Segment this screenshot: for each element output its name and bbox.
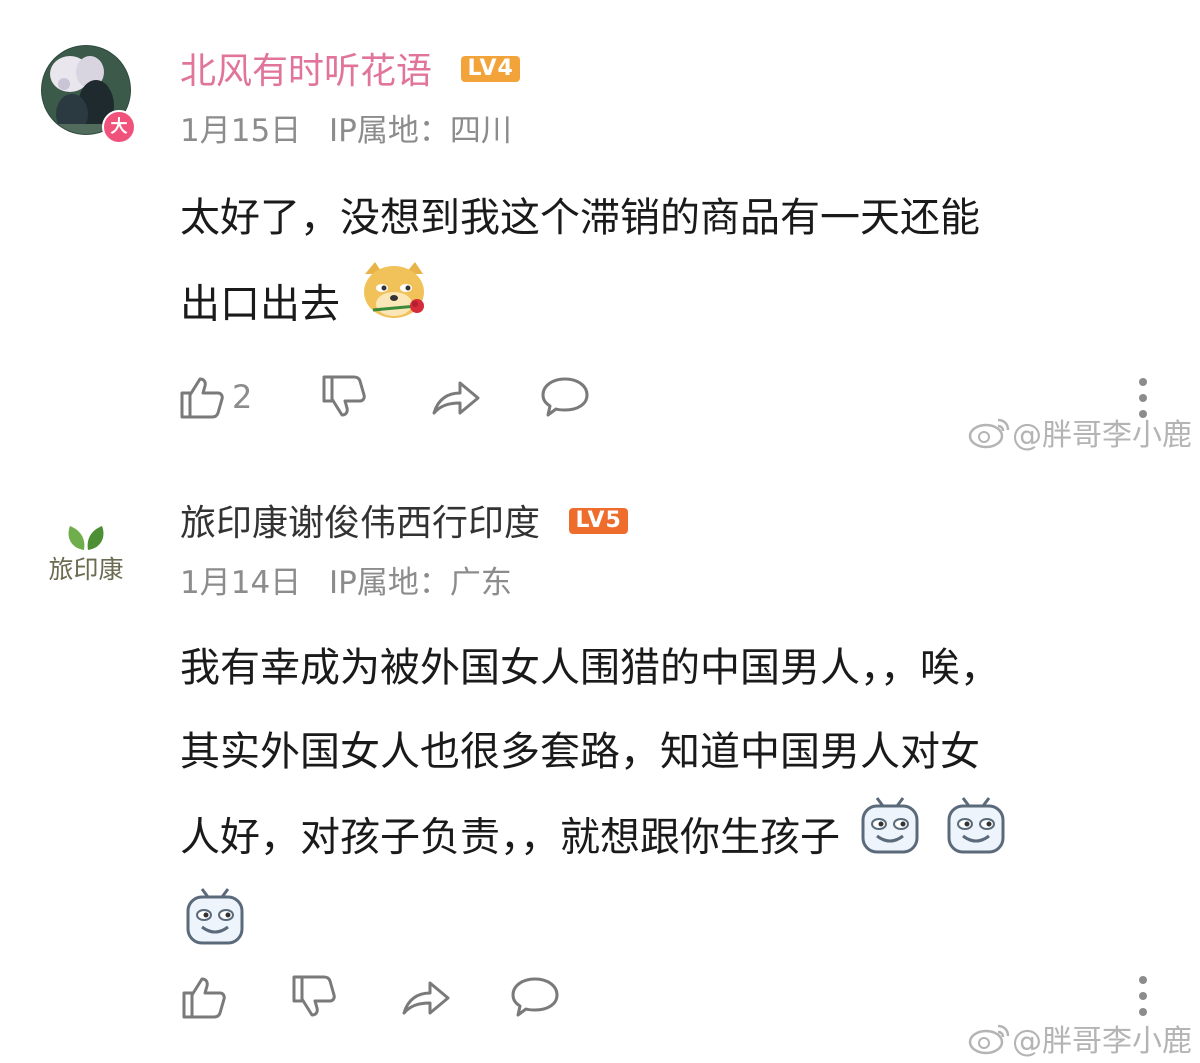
avatar-text: 旅印康 <box>48 555 124 584</box>
more-button[interactable] <box>1136 974 1150 1018</box>
dislike-icon <box>322 375 366 417</box>
comment-date: 1月14日 <box>180 565 302 601</box>
username[interactable]: 北风有时听花语 LV4 <box>180 50 520 94</box>
doge-rose-emoji <box>359 260 429 353</box>
username-text[interactable]: 旅印康谢俊伟西行印度 <box>180 503 540 544</box>
action-bar: 2 <box>178 372 1078 422</box>
like-count: 2 <box>232 378 253 416</box>
content-line: 其实外国女人也很多套路，知道中国男人对女 <box>180 729 980 775</box>
share-button[interactable] <box>400 972 452 1022</box>
share-button[interactable] <box>430 372 482 422</box>
comment-meta: 1月14日 IP属地：广东 <box>180 564 530 602</box>
reply-button[interactable] <box>510 972 560 1022</box>
ip-location: IP属地：四川 <box>329 113 512 149</box>
avatar[interactable]: 大 <box>40 44 136 144</box>
comment-date: 1月15日 <box>180 113 302 149</box>
dislike-icon <box>292 975 336 1017</box>
like-icon <box>180 377 224 419</box>
watermark: @胖哥李小鹿 <box>968 410 1192 454</box>
content-line: 人好，对孩子负责，，就想跟你生孩子 <box>180 814 840 861</box>
grin-tv-emoji <box>859 794 921 885</box>
content-line: 太好了，没想到我这个滞销的商品有一天还能 <box>180 195 980 241</box>
comment-meta: 1月15日 IP属地：四川 <box>180 112 530 150</box>
username-text[interactable]: 北风有时听花语 <box>180 51 432 92</box>
content-line-with-emoji: 人好，对孩子负责，，就想跟你生孩子 <box>180 794 1140 885</box>
watermark: @胖哥李小鹿 <box>968 1016 1192 1060</box>
content-line: 我有幸成为被外国女人围猎的中国男人，，唉， <box>180 645 1000 691</box>
like-button[interactable] <box>180 972 228 1022</box>
emoji-line <box>180 885 1140 969</box>
content-line: 出口出去 <box>180 281 340 328</box>
username[interactable]: 旅印康谢俊伟西行印度 LV5 <box>180 502 628 546</box>
dislike-button[interactable] <box>290 972 338 1022</box>
dislike-button[interactable] <box>320 372 368 422</box>
badge-da: 大 <box>102 110 136 144</box>
comment-content: 太好了，没想到我这个滞销的商品有一天还能 出口出去 <box>180 176 1140 353</box>
reply-icon <box>541 377 589 417</box>
ip-location: IP属地：广东 <box>329 565 512 601</box>
reply-button[interactable] <box>540 372 590 422</box>
like-icon <box>182 977 226 1019</box>
level-badge: LV5 <box>569 508 628 534</box>
reply-icon <box>511 977 559 1017</box>
share-icon <box>432 381 480 415</box>
weibo-icon <box>968 418 1010 449</box>
share-icon <box>402 981 450 1015</box>
like-button[interactable]: 2 <box>178 372 252 422</box>
avatar[interactable]: 旅印康 <box>40 514 132 606</box>
badge-label: 大 <box>110 117 128 137</box>
comment-content: 我有幸成为被外国女人围猎的中国男人，，唉， 其实外国女人也很多套路，知道中国男人… <box>180 626 1140 969</box>
comment-item: 旅印康 旅印康谢俊伟西行印度 LV5 1月14日 IP属地：广东 我有幸成为被外… <box>0 460 1200 1063</box>
level-badge: LV4 <box>461 56 520 82</box>
comment-item: 大 北风有时听花语 LV4 1月15日 IP属地：四川 太好了，没想到我这个滞销… <box>0 0 1200 460</box>
watermark-text: @胖哥李小鹿 <box>1012 1024 1192 1059</box>
content-line-with-emoji: 出口出去 <box>180 260 1140 353</box>
more-icon <box>1139 976 1147 1016</box>
watermark-text: @胖哥李小鹿 <box>1012 418 1192 453</box>
grin-tv-emoji <box>945 794 1007 885</box>
grin-tv-emoji <box>184 885 246 976</box>
action-bar <box>178 972 1078 1022</box>
weibo-icon <box>968 1024 1010 1055</box>
